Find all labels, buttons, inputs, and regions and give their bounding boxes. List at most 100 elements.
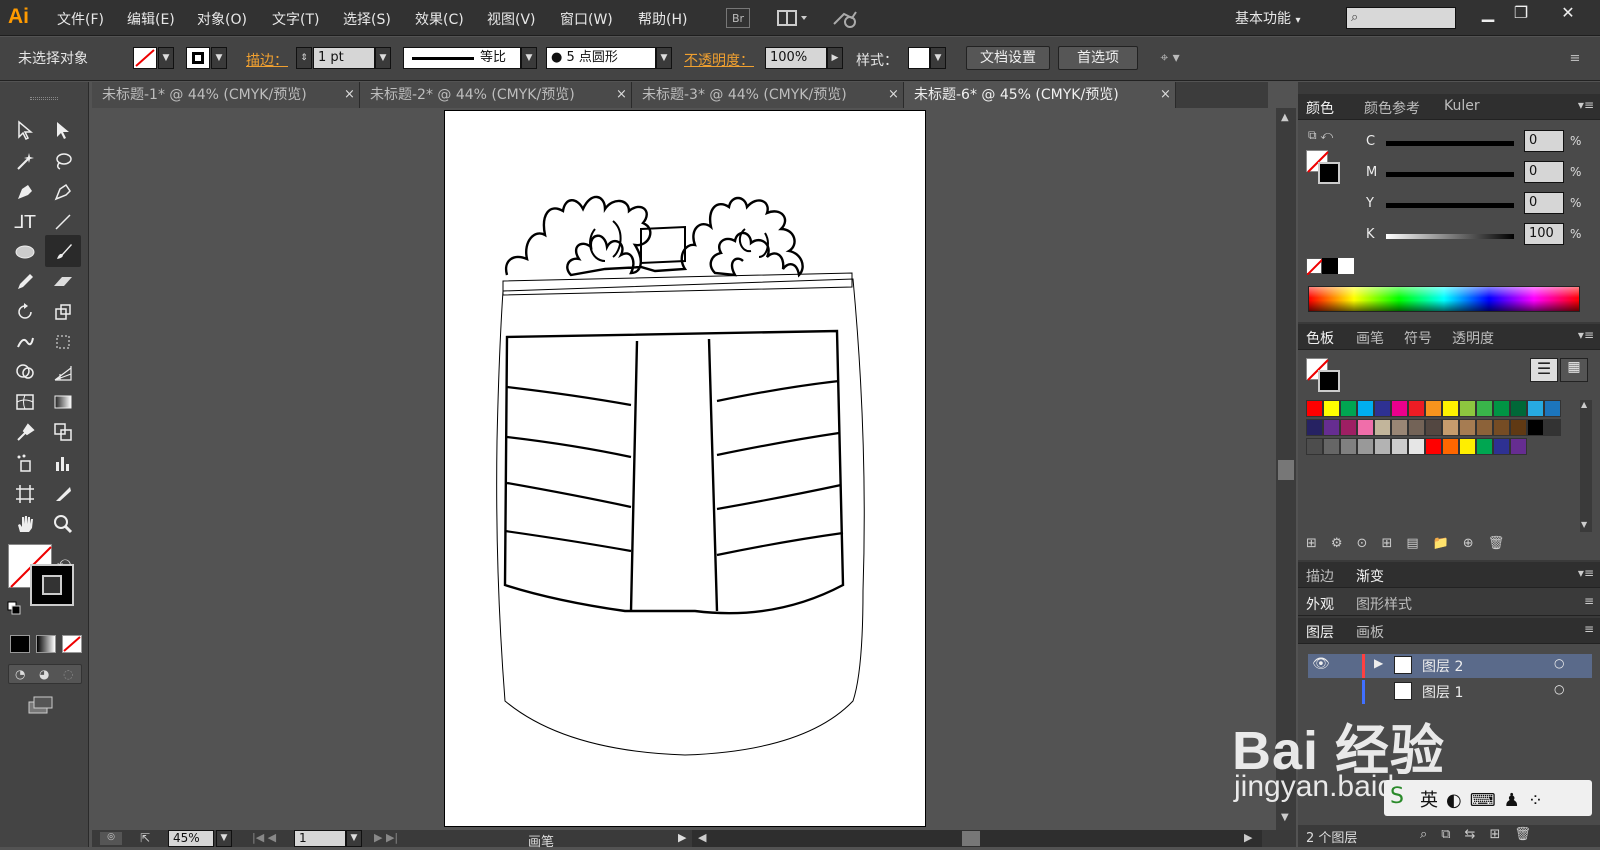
tab-color[interactable]: 颜色 [1306, 98, 1334, 118]
warp-tool-icon[interactable] [10, 328, 40, 356]
zoom-tool-icon[interactable] [48, 510, 78, 538]
color-swatch[interactable] [1493, 400, 1510, 417]
shape-builder-tool-icon[interactable] [10, 358, 40, 386]
color-swatch[interactable] [1442, 438, 1459, 455]
swap-fill-stroke-icon[interactable]: ⤺ [56, 554, 72, 570]
channel-y-input[interactable]: 0 [1524, 192, 1564, 214]
tab-untitled-2[interactable]: 未标题-2* @ 44% (CMYK/预览) × [360, 82, 632, 108]
color-swatch[interactable] [1323, 400, 1340, 417]
hand-tool-icon[interactable] [10, 510, 40, 538]
tab-close-icon[interactable]: × [888, 82, 899, 108]
help-search-input[interactable]: ⌕ [1346, 7, 1456, 29]
stroke-color-box[interactable] [30, 564, 74, 606]
color-swatch[interactable] [1340, 419, 1357, 436]
ime-logo-icon[interactable]: S [1390, 784, 1404, 809]
panel-menu-icon[interactable]: ▾≡ [1578, 98, 1594, 112]
target-circle-icon[interactable]: ○ [1554, 682, 1564, 696]
scroll-right-icon[interactable]: ▶ [1244, 831, 1252, 844]
symbol-sprayer-tool-icon[interactable] [10, 449, 40, 477]
type-tool-icon[interactable]: ⅃T [10, 208, 40, 236]
color-swatch[interactable] [1544, 400, 1561, 417]
layer-row[interactable]: 👁 ▶ 图层 2 ○ [1308, 654, 1592, 678]
graphic-style-swatch[interactable] [908, 47, 930, 69]
panel-menu-icon[interactable]: ▾≡ [1578, 566, 1594, 580]
gpu-performance-icon[interactable] [830, 6, 860, 30]
opacity-slider-toggle[interactable]: ▶ [827, 47, 843, 69]
channel-k-slider[interactable] [1386, 234, 1514, 239]
tab-untitled-6[interactable]: 未标题-6* @ 45% (CMYK/预览) × [904, 82, 1176, 108]
rotate-tool-icon[interactable] [10, 298, 40, 326]
style-dropdown[interactable]: ▼ [930, 47, 946, 69]
panel-grip[interactable] [30, 97, 58, 100]
channel-c-input[interactable]: 0 [1524, 130, 1564, 152]
color-swatch[interactable] [1544, 419, 1561, 436]
gradient-tool-icon[interactable] [48, 388, 78, 416]
artboard[interactable] [444, 110, 926, 827]
menu-object[interactable]: 对象(O) [197, 9, 247, 29]
color-swatch[interactable] [1425, 438, 1442, 455]
menu-edit[interactable]: 编辑(E) [127, 9, 175, 29]
tab-kuler[interactable]: Kuler [1444, 98, 1480, 114]
layer-name[interactable]: 图层 1 [1422, 682, 1463, 702]
list-view-icon[interactable]: ☰ [1530, 358, 1558, 382]
default-fill-stroke-icon[interactable] [6, 600, 22, 616]
swatch-scrollbar[interactable]: ▲ ▼ [1580, 400, 1592, 532]
menu-type[interactable]: 文字(T) [272, 9, 319, 29]
eraser-tool-icon[interactable] [48, 268, 78, 296]
visibility-eye-icon[interactable]: 👁 [1312, 656, 1330, 672]
control-menu-icon[interactable]: ≡ [1565, 49, 1585, 67]
column-graph-tool-icon[interactable] [48, 449, 78, 477]
selection-tool-icon[interactable] [10, 116, 40, 144]
stroke-swatch[interactable] [186, 47, 210, 69]
swatch-stroke-box[interactable] [1318, 370, 1340, 392]
scroll-left-icon[interactable]: ◀ [698, 831, 706, 844]
tab-graphic-styles[interactable]: 图形样式 [1356, 594, 1412, 614]
zoom-dropdown[interactable]: ▼ [216, 830, 232, 847]
fill-swatch[interactable] [133, 47, 157, 69]
slice-tool-icon[interactable] [48, 480, 78, 508]
menu-effect[interactable]: 效果(C) [415, 9, 464, 29]
color-swatch[interactable] [1459, 400, 1476, 417]
tab-gradient[interactable]: 渐变 [1356, 566, 1384, 586]
color-swatch[interactable] [1323, 438, 1340, 455]
panel-menu-icon[interactable]: ≡ [1584, 594, 1594, 608]
color-swatch[interactable] [1340, 400, 1357, 417]
restore-button[interactable]: ❐ [1503, 0, 1539, 26]
opacity-label[interactable]: 不透明度： [684, 50, 754, 70]
zoom-input[interactable]: 45% [168, 830, 214, 847]
channel-c-slider[interactable] [1386, 141, 1514, 146]
arrange-icon[interactable]: ⌖ ▾ [1150, 48, 1190, 68]
stroke-label[interactable]: 描边： [246, 50, 288, 70]
black-swatch[interactable] [1322, 258, 1338, 274]
magic-wand-tool-icon[interactable] [10, 147, 40, 175]
color-swatch[interactable] [1374, 419, 1391, 436]
color-swatch[interactable] [1357, 438, 1374, 455]
artboard-number-input[interactable]: 1 [294, 830, 346, 847]
opacity-input[interactable]: 100% [765, 47, 827, 69]
artboard-tool-icon[interactable] [10, 480, 40, 508]
scroll-up-icon[interactable]: ▲ [1281, 112, 1289, 123]
scroll-down-icon[interactable]: ▼ [1281, 812, 1289, 823]
panel-menu-icon[interactable]: ▾≡ [1578, 328, 1594, 342]
channel-m-input[interactable]: 0 [1524, 161, 1564, 183]
first-artboard-icon[interactable]: |◀ ◀ [252, 831, 276, 844]
color-swatch[interactable] [1510, 419, 1527, 436]
stroke-weight-stepper[interactable]: ⇕ [296, 47, 312, 69]
color-swatch[interactable] [1476, 400, 1493, 417]
swap-icon[interactable]: ⧉ ⤺ [1308, 128, 1333, 143]
menu-help[interactable]: 帮助(H) [638, 9, 687, 29]
tab-stroke[interactable]: 描边 [1306, 566, 1334, 586]
color-swatch[interactable] [1493, 419, 1510, 436]
free-transform-tool-icon[interactable] [48, 328, 78, 356]
gradient-mode-icon[interactable] [36, 635, 56, 653]
tab-swatches[interactable]: 色板 [1306, 328, 1334, 348]
color-swatch[interactable] [1527, 400, 1544, 417]
gpu-status-icon[interactable]: ◎ [100, 832, 122, 845]
stroke-dropdown[interactable]: ▼ [211, 47, 227, 69]
color-stroke-box[interactable] [1318, 162, 1340, 184]
menu-view[interactable]: 视图(V) [487, 9, 536, 29]
color-swatch[interactable] [1391, 400, 1408, 417]
profile-dropdown[interactable]: ▼ [521, 47, 537, 69]
perspective-grid-tool-icon[interactable] [48, 358, 78, 386]
pencil-tool-icon[interactable] [10, 268, 40, 296]
